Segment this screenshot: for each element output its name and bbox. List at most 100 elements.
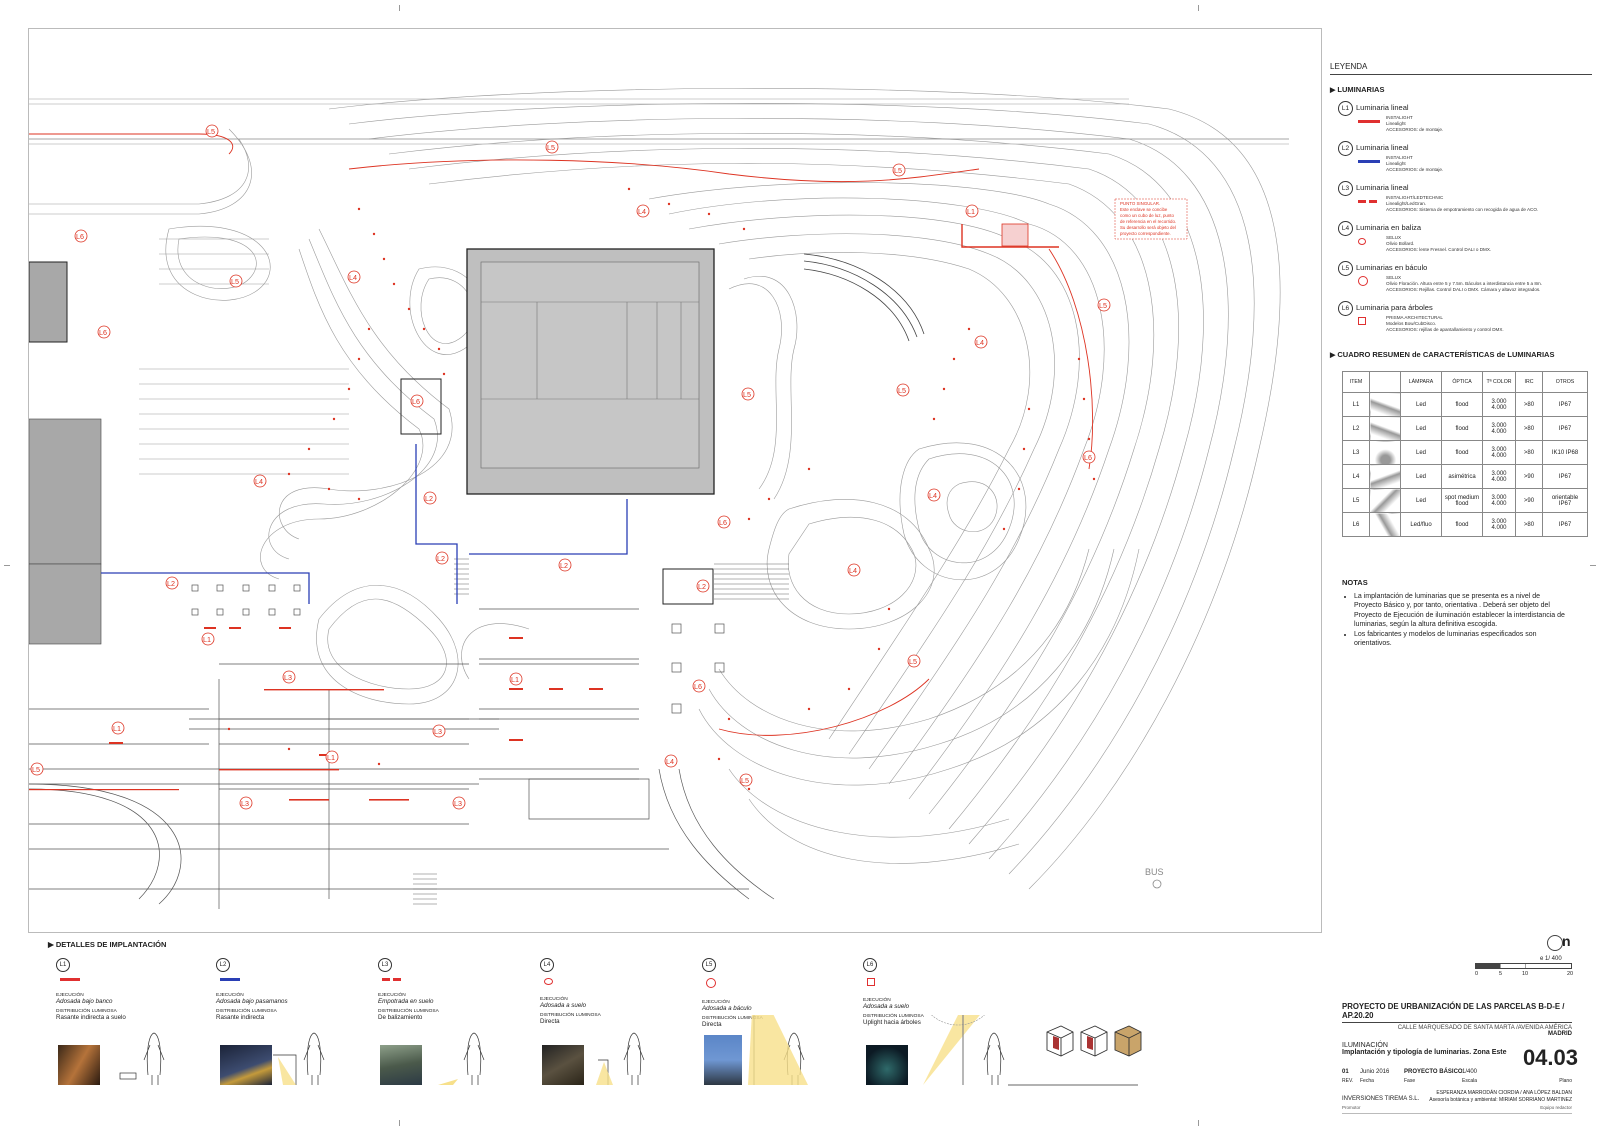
svg-text:L4: L4 [849,566,857,575]
svg-text:L5: L5 [894,166,902,175]
detail-l1: L1 EJECUCIÓN Adosada bajo banco DISTRIBUC… [56,958,196,1021]
line-symbol-icon [1358,160,1380,163]
phase-key: Fase [1404,1078,1416,1084]
legend-title: LEYENDA [1330,62,1592,75]
team-value-2: Asesoría botánica y ambiental: MIRIAM SO… [1429,1097,1572,1103]
lamp-icon [1369,464,1401,489]
svg-text:L2: L2 [425,494,433,503]
legend-name: Luminarias en báculo [1356,263,1428,272]
legend-item-l5: L5 Luminarias en báculo SELUX Olivio Flor… [1330,260,1592,300]
amphitheatre [803,253,925,342]
details-title: ▶ DETALLES DE IMPLANTACIÓN [48,940,167,949]
project-title: PROYECTO DE URBANIZACIÓN DE LAS PARCELAS… [1342,1002,1572,1023]
bus-label: BUS [1145,867,1164,877]
note-item: Los fabricantes y modelos de luminarias … [1354,630,1567,649]
lamp-icon [1369,440,1401,465]
title-block: PROYECTO DE URBANIZACIÓN DE LAS PARCELAS… [1342,1002,1578,1114]
svg-text:L4: L4 [929,491,937,500]
site-plan: PUNTO SINGULAR. Este enclave se concibe … [28,28,1322,933]
svg-text:L2: L2 [560,561,568,570]
svg-text:L5: L5 [741,776,749,785]
svg-text:L6: L6 [694,682,702,691]
summary-table: ITEM LÁMPARA ÓPTICA Tª COLOR IRC OTROS L1 L… [1342,371,1588,537]
north-label: n [1562,933,1571,949]
scale-value: 1/400 [1462,1069,1478,1075]
scale-label: e 1/ 400 [1540,956,1562,962]
date-key: Fecha [1360,1078,1374,1084]
legend-tag: L1 [1338,101,1353,116]
table-row: L3 Led flood 3.000 4.000 >80 IK10 IP68 [1342,440,1588,465]
rev-key: REV. [1342,1078,1354,1084]
svg-text:L5: L5 [898,386,906,395]
svg-text:L3: L3 [434,727,442,736]
legend-name: Luminaria lineal [1356,183,1409,192]
legend-item-l2: L2 Luminaria lineal INSTALIGHT Linealight… [1330,140,1592,180]
svg-text:L5: L5 [909,657,917,666]
tree-pits [191,584,725,714]
legend-detail: INSTALIGHT Linealight ACCESORIOS: de monta… [1386,155,1444,172]
punto-singular-text-1: Este enclave se concibe [1120,207,1168,212]
legend-tag: L5 [1338,261,1353,276]
legend-tag: L2 [1338,141,1353,156]
svg-text:L5: L5 [547,143,555,152]
svg-text:L5: L5 [207,127,215,136]
legend-tag: L6 [1338,301,1353,316]
table-row: L6 Led/fluo flood 3.000 4.000 >80 IP67 [1342,512,1588,537]
legend-name: Luminaria lineal [1356,103,1409,112]
punto-singular-text-0: PUNTO SINGULAR. [1120,201,1160,206]
table-header-row: ITEM LÁMPARA ÓPTICA Tª COLOR IRC OTROS [1342,371,1588,393]
lamp-icon [1369,392,1401,417]
north-arrow-icon [1547,935,1563,951]
legend-detail: INSTALIGHT/LEDTECHNIC Linealight/LedGran.… [1386,195,1539,212]
lamp-icon [1369,512,1401,537]
svg-text:L3: L3 [454,799,462,808]
svg-text:L3: L3 [241,799,249,808]
photo-l1 [58,1045,100,1085]
svg-text:L5: L5 [1099,301,1107,310]
promoter-key: Promotor [1342,1105,1361,1110]
plano-key: Plano [1559,1078,1572,1084]
legend-tag: L4 [1338,221,1353,236]
scale-key: Escala [1462,1078,1478,1084]
legend: LEYENDA LUMINARIAS L1 Luminaria lineal I… [1330,62,1592,365]
luminaire-list: L1 Luminaria lineal INSTALIGHT Linealight… [1330,100,1592,340]
svg-text:L6: L6 [719,518,727,527]
implementation-details: ▶ DETALLES DE IMPLANTACIÓN L1 EJECUCIÓN A… [28,940,1148,1090]
date-value: Junio 2016 [1360,1069,1390,1075]
legend-section-cuadro: CUADRO RESUMEN de CARACTERÍSTICAS de LUM… [1330,350,1592,359]
notes-title: NOTAS [1342,578,1368,587]
tree-light-symbol-icon [1358,317,1366,325]
legend-detail: SELUX Olivio Floración. Altura entre 5 y … [1386,275,1543,292]
svg-text:L5: L5 [231,277,239,286]
table-row: L5 Led spot medium flood 3.000 4.000 >90 orie… [1342,488,1588,513]
legend-detail: SELUX Olivio Bollard. ACCESORIOS: lente Fr… [1386,235,1492,252]
svg-text:L5: L5 [743,390,751,399]
punto-singular-text-2: como un cubo de luz, punto [1120,213,1175,218]
cube-lights-icon [1046,1025,1142,1057]
stairs [413,558,789,905]
note-item: La implantación de luminarias que se pre… [1354,592,1567,630]
sheet-number: 04.03 [1522,1045,1578,1070]
dashed-line-symbol-icon [1358,200,1380,203]
svg-text:L4: L4 [255,477,263,486]
svg-text:L1: L1 [203,635,211,644]
west-building-3 [29,563,102,645]
l1-bench-markers [29,627,603,801]
legend-item-l1: L1 Luminaria lineal INSTALIGHT Linealight… [1330,100,1592,140]
svg-text:L1: L1 [327,753,335,762]
punto-singular-text-4: Su desarrollo será objeto del [1120,225,1176,230]
section-sketches [119,1015,1138,1086]
promoter-value: INVERSIONES TIREMA S.L. [1342,1096,1420,1102]
svg-text:L6: L6 [412,397,420,406]
team-key: Equipo redactor [1540,1105,1572,1110]
pole-symbol-icon [1358,276,1368,286]
svg-text:L4: L4 [349,273,357,282]
svg-text:L1: L1 [511,675,519,684]
svg-text:L6: L6 [76,232,84,241]
svg-text:L2: L2 [167,579,175,588]
legend-detail: INSTALIGHT Linealight ACCESORIOS: de monta… [1386,115,1444,132]
legend-name: Luminaria en baliza [1356,223,1422,232]
phase-value: PROYECTO BÁSICO [1404,1069,1463,1075]
svg-text:L4: L4 [976,338,984,347]
rev-value: 01 [1342,1069,1349,1075]
